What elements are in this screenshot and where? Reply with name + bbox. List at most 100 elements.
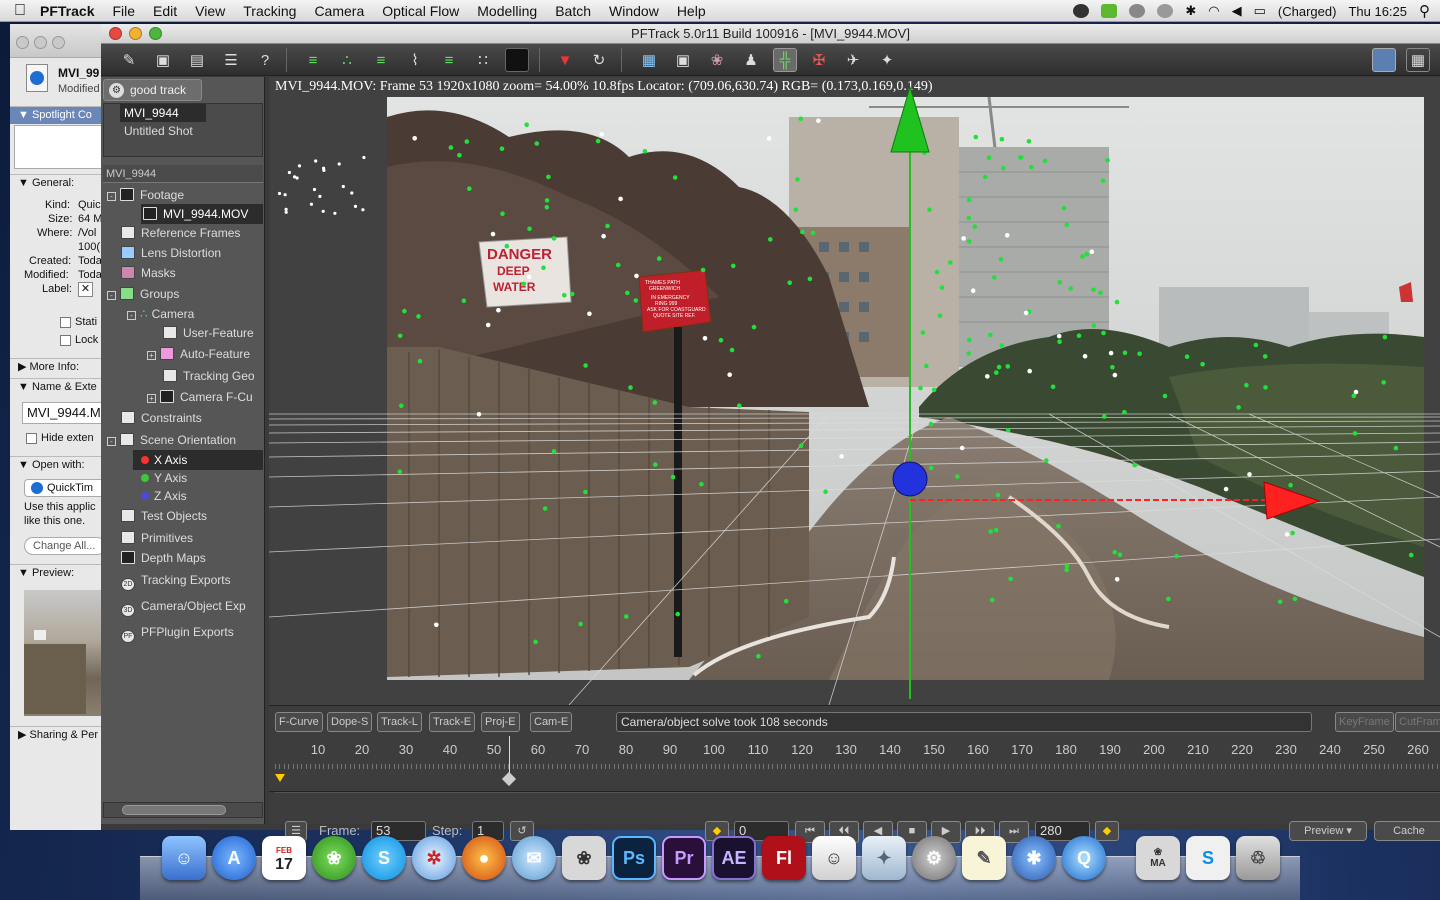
frame-icon[interactable]: ▣ [671,48,695,72]
camera-solver-icon[interactable]: ▼ [553,48,577,72]
menu-camera[interactable]: Camera [314,3,364,19]
premiere-icon[interactable]: Pr [662,836,706,880]
tree-node-depth-maps[interactable]: Depth Maps [121,548,206,568]
photoshop-icon[interactable]: Ps [612,836,656,880]
tab-cam-editor[interactable]: Cam-E [530,712,573,732]
menu-modelling[interactable]: Modelling [477,3,537,19]
frame-ruler[interactable]: 10 20 30 40 50 60 70 80 90 100 110 120 130 140 150 160 1… [269,736,1440,792]
skype-icon[interactable]: S [362,836,406,880]
battery-icon[interactable]: ▭ [1254,3,1266,19]
clip-export-icon[interactable]: ▤ [185,48,209,72]
sharing-section[interactable]: ▶ Sharing & Per [10,726,101,830]
time-machine-icon[interactable] [1157,4,1174,18]
tree-node-footage[interactable]: - Footage [107,185,184,205]
trash-icon[interactable]: ♲ [1236,836,1280,880]
minimize-button[interactable] [129,27,142,40]
quad-view-icon[interactable]: ▦ [1406,48,1430,72]
maya-document-icon[interactable]: ❀ MA [1136,836,1180,880]
tree-node-lens-distortion[interactable]: Lens Distortion [121,243,221,263]
maya-icon[interactable]: ❀ [562,836,606,880]
rotoscope-icon[interactable]: ✎ [117,48,141,72]
tree-node-auto-feature[interactable]: + Auto-Feature [147,344,250,364]
cutframe-button[interactable]: CutFram [1395,712,1440,732]
menu-batch[interactable]: Batch [555,3,591,19]
textedit-icon[interactable]: ✎ [962,836,1006,880]
zoom-button[interactable] [52,36,65,49]
tree-node-mov-clip[interactable]: MVI_9944.MOV [141,204,263,224]
menu-help[interactable]: Help [677,3,706,19]
name-field[interactable]: MVI_9944.M [22,402,101,424]
scene-orientation-icon[interactable]: ╬ [773,48,797,72]
viewer-canvas[interactable]: DANGER DEEP WATER THAMES PATH GREENWICH … [269,77,1440,705]
tree-node-z-axis[interactable]: Z Axis [141,486,187,506]
figure-icon[interactable]: ✦ [875,48,899,72]
close-button[interactable] [16,36,29,49]
menu-view[interactable]: View [195,3,225,19]
zoom-button[interactable] [149,27,162,40]
after-effects-icon[interactable]: AE [712,836,756,880]
minimize-button[interactable] [34,36,47,49]
spotlight-comments-section[interactable]: ▼ Spotlight Co [10,106,101,124]
human-icon[interactable]: ♟ [739,48,763,72]
menu-window[interactable]: Window [609,3,659,19]
webcam-status-icon[interactable] [1073,4,1090,18]
close-button[interactable] [109,27,122,40]
tree-node-x-axis[interactable]: X Axis [133,450,263,470]
change-all-button[interactable]: Change All... [24,537,101,555]
flash-icon[interactable]: Fl [762,836,806,880]
tree-node-camera-fcu[interactable]: + Camera F-Cu [147,387,253,407]
object-track-icon[interactable]: ✈ [841,48,865,72]
open-with-section[interactable]: ▼ Open with: [10,456,101,474]
axis-icon[interactable]: ✠ [807,48,831,72]
auto-track-icon[interactable]: ≡ [301,48,325,72]
spotlight-search-icon[interactable]: ⚲ [1419,2,1430,20]
orient-icon[interactable]: ↻ [587,48,611,72]
tab-track-list[interactable]: Track-L [377,712,422,732]
calendar-icon[interactable]: FEB 17 [262,836,306,880]
skype-document-icon[interactable]: S [1186,836,1230,880]
shot-item-untitled[interactable]: Untitled Shot [124,122,193,140]
apple-menu-icon[interactable]:  [0,2,40,20]
volume-icon[interactable]: ◀ [1232,3,1242,19]
tree-node-test-objects[interactable]: Test Objects [121,506,207,526]
menu-edit[interactable]: Edit [153,3,177,19]
menu-clock[interactable]: Thu 16:25 [1348,4,1407,19]
single-view-icon[interactable] [1372,48,1396,72]
tree-node-tracking-exports[interactable]: 2D Tracking Exports [121,570,231,591]
tree-node-camera[interactable]: - ∴ Camera [127,304,194,324]
shot-preview-icon[interactable] [505,48,529,72]
tree-node-primitives[interactable]: Primitives [121,528,193,548]
label-none-swatch[interactable]: ✕ [78,282,93,297]
menu-tracking[interactable]: Tracking [243,3,296,19]
battery-status[interactable]: (Charged) [1278,4,1337,19]
grid-dots-icon[interactable]: ∷ [471,48,495,72]
timeline-icon[interactable]: ⌇ [403,48,427,72]
track-edit-icon[interactable]: ≡ [369,48,393,72]
adium-icon[interactable]: ❀ [312,836,356,880]
tree-node-reference-frames[interactable]: Reference Frames [121,223,240,243]
preview-app-icon[interactable]: ☺ [812,836,856,880]
tree-node-user-feature[interactable]: User-Feature [163,323,254,343]
tree-node-constraints[interactable]: Constraints [121,408,202,428]
name-extension-section[interactable]: ▼ Name & Exte [10,378,101,396]
cache-button[interactable]: Cache [1374,821,1440,841]
tab-dope-sheet[interactable]: Dope-S [327,712,373,732]
track-geometry-icon[interactable]: ≡ [437,48,461,72]
tree-node-groups[interactable]: - Groups [107,284,179,304]
bluetooth-icon[interactable]: ✱ [1185,3,1196,19]
tree-node-tracking-geo[interactable]: Tracking Geo [163,366,255,386]
tree-node-masks[interactable]: Masks [121,263,176,283]
finder-icon[interactable]: ☺ [162,836,206,880]
shot-item-mvi-9944[interactable]: MVI_9944 [120,104,206,122]
mask-tool-icon[interactable]: ❀ [705,48,729,72]
sync-icon[interactable] [1129,4,1146,18]
group-tab[interactable]: ⚙ good track [103,79,202,101]
bluetooth-exchange-icon[interactable]: ✱ [1012,836,1056,880]
app-store-icon[interactable]: A [212,836,256,880]
general-section[interactable]: ▼ General: [10,174,101,192]
tab-track-editor[interactable]: Track-E [429,712,476,732]
pftrack-icon[interactable]: ✦ [862,836,906,880]
tree-node-pfplugin-exports[interactable]: PF PFPlugin Exports [121,622,234,643]
quicktime-dock-icon[interactable]: Q [1062,836,1106,880]
range-start-marker[interactable] [275,774,285,782]
